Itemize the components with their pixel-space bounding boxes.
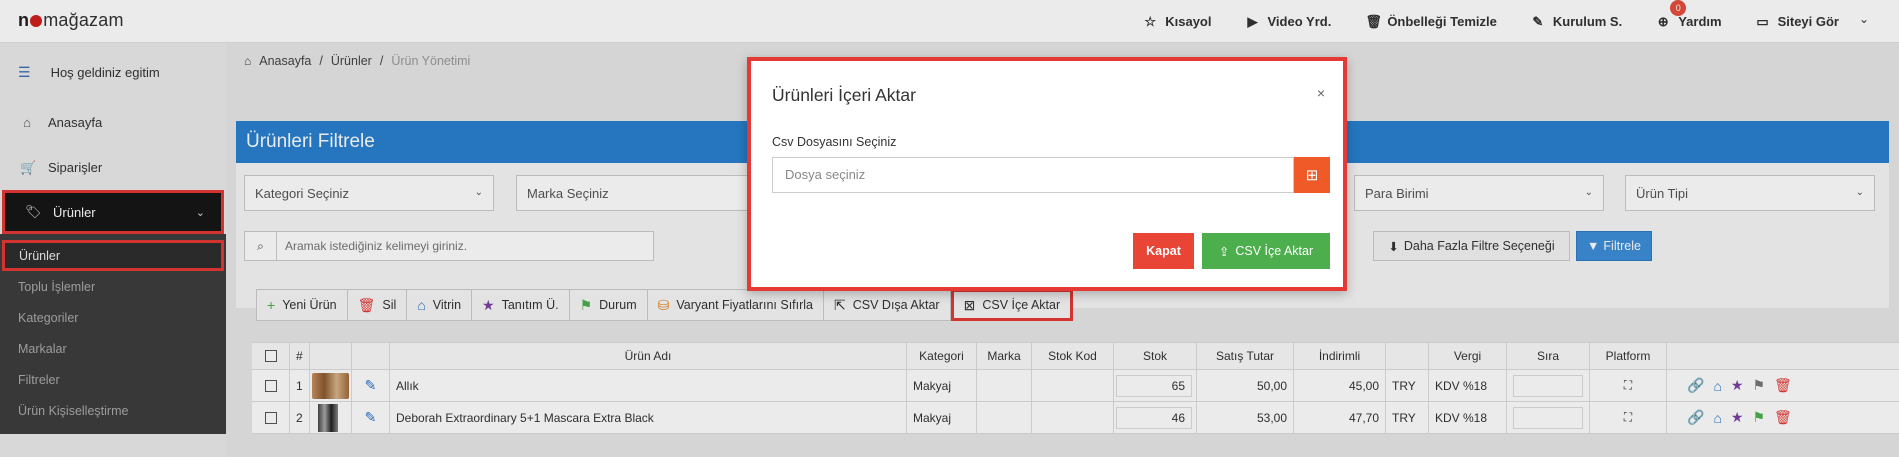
- csv-import-submit-button[interactable]: ⇪ CSV İçe Aktar: [1202, 233, 1330, 269]
- close-button[interactable]: Kapat: [1133, 233, 1194, 269]
- modal-title: Ürünleri İçeri Aktar: [772, 85, 916, 105]
- csv-file-input[interactable]: Dosya seçiniz: [772, 157, 1294, 193]
- csv-file-label: Csv Dosyasını Seçiniz: [772, 135, 897, 149]
- import-products-modal: Ürünleri İçeri Aktar × Csv Dosyasını Seç…: [747, 57, 1347, 291]
- file-browse-button[interactable]: ⊞: [1294, 157, 1330, 193]
- browse-icon: ⊞: [1305, 167, 1319, 184]
- close-icon[interactable]: ×: [1317, 85, 1325, 101]
- share-icon: ⇪: [1218, 244, 1230, 259]
